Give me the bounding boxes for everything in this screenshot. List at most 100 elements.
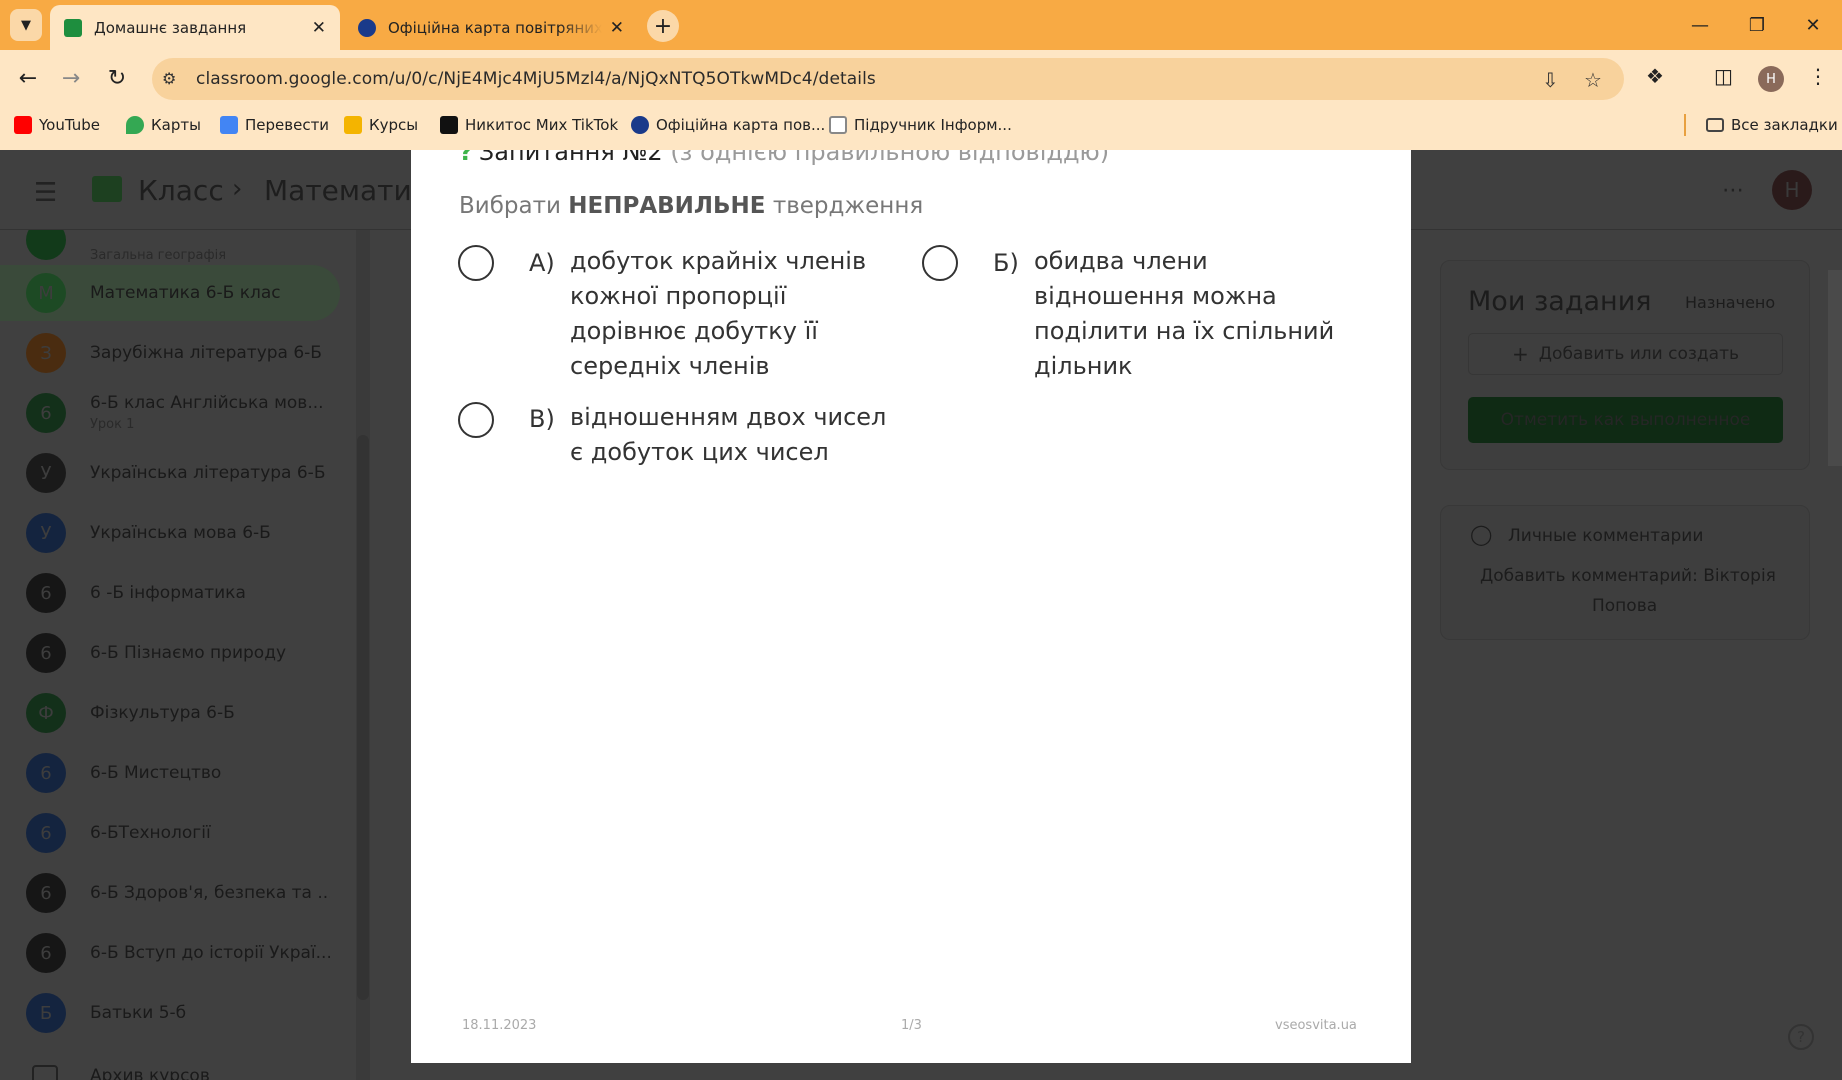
map-favicon-icon <box>358 18 376 37</box>
task-status: Назначено <box>1685 293 1776 312</box>
sidebar-item-label: Математика 6-Б клас <box>90 283 281 303</box>
question-mark-icon: ? <box>459 150 473 166</box>
sidebar-item-math[interactable]: М Математика 6-Б клас <box>0 265 340 321</box>
close-window-button[interactable]: ✕ <box>1793 10 1833 40</box>
bookmark-tiktok[interactable]: Никитос Мих TikTok <box>440 116 618 134</box>
install-app-icon[interactable]: ⇩ <box>1542 68 1559 92</box>
classroom-logo-icon <box>92 176 122 202</box>
sidebar-item-history[interactable]: 6 6-Б Вступ до історії Украї... <box>0 925 340 981</box>
address-bar[interactable]: ⚙ classroom.google.com/u/0/c/NjE4Mjc4MjU… <box>152 58 1624 100</box>
sidebar-item-informatics[interactable]: 6 6 -Б інформатика <box>0 565 340 621</box>
option-text: відношенням двох чисел є добуток цих чис… <box>570 403 887 466</box>
sidebar-item-ukr-literature[interactable]: У Українська література 6-Б <box>0 445 340 501</box>
close-icon[interactable]: ✕ <box>610 18 624 38</box>
course-avatar: 6 <box>26 873 66 913</box>
bookmark-label: Підручник Інформ... <box>854 116 1012 134</box>
instruction-emphasis: НЕПРАВИЛЬНЕ <box>568 193 766 219</box>
forward-button[interactable]: → <box>56 63 86 93</box>
document-page: ? Запитання №2 (з однією правильною відпо… <box>411 150 1411 1063</box>
new-tab-button[interactable]: + <box>647 10 679 42</box>
bookmark-translate[interactable]: Перевести <box>220 116 329 134</box>
bookmark-courses[interactable]: Курсы <box>344 116 418 134</box>
all-bookmarks[interactable]: Все закладки <box>1706 116 1838 134</box>
star-icon[interactable]: ☆ <box>1584 68 1602 92</box>
sidebar-item-nature[interactable]: 6 6-Б Пізнаємо природу <box>0 625 340 681</box>
sidebar-item-ukr-language[interactable]: У Українська мова 6-Б <box>0 505 340 561</box>
sidebar-item-art[interactable]: 6 6-Б Мистецтво <box>0 745 340 801</box>
all-bookmarks-label: Все закладки <box>1731 116 1838 134</box>
bookmark-label: Карты <box>151 116 201 134</box>
option-letter: Б) <box>993 249 1019 277</box>
bookmark-label: Офіційна карта пов... <box>656 116 826 134</box>
profile-avatar[interactable]: Н <box>1758 66 1784 92</box>
mark-done-button[interactable]: Отметить как выполненное <box>1468 397 1783 443</box>
menu-icon[interactable]: ☰ <box>34 178 57 208</box>
sidebar-item-english[interactable]: 6 6-Б клас Англійська мов... Урок 1 <box>0 385 340 441</box>
bookmark-textbook[interactable]: Підручник Інформ... <box>829 116 1012 134</box>
course-avatar: 6 <box>26 813 66 853</box>
add-or-create-button[interactable]: + Добавить или создать <box>1468 333 1783 375</box>
sidebar-item-label: 6-Б Пізнаємо природу <box>90 643 287 663</box>
course-avatar: У <box>26 453 66 493</box>
plus-icon: + <box>1512 342 1529 366</box>
close-icon: ✕ <box>1805 14 1821 36</box>
add-comment-link-name[interactable]: Попова <box>1592 596 1657 616</box>
radio-option-a[interactable] <box>458 245 494 281</box>
comments-title: Личные комментарии <box>1508 526 1704 546</box>
book-icon <box>829 116 847 134</box>
footer-date: 18.11.2023 <box>462 1018 537 1033</box>
side-panel-icon[interactable]: ◫ <box>1714 64 1733 88</box>
back-button[interactable]: ← <box>13 63 43 93</box>
close-icon[interactable]: ✕ <box>312 18 326 38</box>
url-text[interactable]: classroom.google.com/u/0/c/NjE4Mjc4MjU5M… <box>196 69 876 89</box>
tab-homework[interactable]: Домашнє завдання ✕ <box>50 5 340 50</box>
instruction-text: Вибрати <box>459 193 569 219</box>
sidebar-item-label: Українська мова 6-Б <box>90 523 271 543</box>
tab-strip: ▼ Домашнє завдання ✕ Офіційна карта пові… <box>0 0 1842 50</box>
sidebar-item-health[interactable]: 6 6-Б Здоров'я, безпека та ... <box>0 865 340 921</box>
course-sidebar: Загальна географія М Математика 6-Б клас … <box>0 230 360 1080</box>
sidebar-item-label: Українська література 6-Б <box>90 463 326 483</box>
user-avatar[interactable]: Н <box>1772 170 1812 210</box>
sidebar-item-world-literature[interactable]: З Зарубіжна література 6-Б <box>0 325 340 381</box>
mark-done-label: Отметить как выполненное <box>1500 410 1751 430</box>
help-icon[interactable]: ? <box>1788 1024 1814 1050</box>
sidebar-item-parents[interactable]: Б Батьки 5-б <box>0 985 340 1041</box>
more-menu-icon[interactable]: ⋮ <box>1808 64 1828 88</box>
tab-search-button[interactable]: ▼ <box>10 9 42 41</box>
option-letter: А) <box>529 249 555 277</box>
bookmark-youtube[interactable]: YouTube <box>14 116 100 134</box>
radio-option-b[interactable] <box>922 245 958 281</box>
folder-icon <box>1706 118 1724 132</box>
sidebar-item-technology[interactable]: 6 6-БТехнології <box>0 805 340 861</box>
page-scrollbar-thumb[interactable] <box>1828 270 1842 466</box>
sidebar-item-archive[interactable]: Архив курсов <box>0 1048 340 1080</box>
bookmark-air-map[interactable]: Офіційна карта пов... <box>631 116 825 134</box>
add-comment-link[interactable]: Добавить комментарий: Вікторія <box>1480 566 1776 586</box>
tab-air-alert-map[interactable]: Офіційна карта повітряних три ✕ <box>344 5 638 50</box>
question-heading: ? Запитання №2 (з однією правильною відпо… <box>459 150 1109 166</box>
question-instruction: Вибрати НЕПРАВИЛЬНЕ твердження <box>459 193 923 219</box>
minimize-button[interactable]: — <box>1680 10 1720 40</box>
site-settings-icon[interactable]: ⚙ <box>162 69 176 88</box>
bookmark-maps[interactable]: Карты <box>126 116 201 134</box>
apps-grid-icon[interactable]: ⋯ <box>1722 178 1744 203</box>
extensions-icon[interactable]: ❖ <box>1646 64 1664 88</box>
restore-icon: ❐ <box>1748 14 1766 36</box>
sidebar-item-label: 6-БТехнології <box>90 823 211 843</box>
radio-option-c[interactable] <box>458 402 494 438</box>
sidebar-item-label: 6-Б клас Англійська мов... <box>90 393 324 413</box>
option-text: добуток крайніх членів кожної пропорції … <box>570 247 867 380</box>
sidebar-item-geography[interactable]: Загальна географія <box>0 230 340 268</box>
restore-button[interactable]: ❐ <box>1737 10 1777 40</box>
course-avatar: У <box>26 513 66 553</box>
sidebar-scroll-thumb[interactable] <box>357 435 369 1000</box>
reload-button[interactable]: ↻ <box>102 63 132 93</box>
sidebar-item-label: 6-Б Вступ до історії Украї... <box>90 943 330 963</box>
sidebar-item-label: Архив курсов <box>90 1066 210 1080</box>
bookmark-label: YouTube <box>39 116 100 134</box>
sidebar-item-pe[interactable]: Ф Фізкультура 6-Б <box>0 685 340 741</box>
app-title[interactable]: Класс <box>138 174 224 207</box>
map-icon <box>631 116 649 134</box>
footer-page-number: 1/3 <box>901 1018 922 1033</box>
